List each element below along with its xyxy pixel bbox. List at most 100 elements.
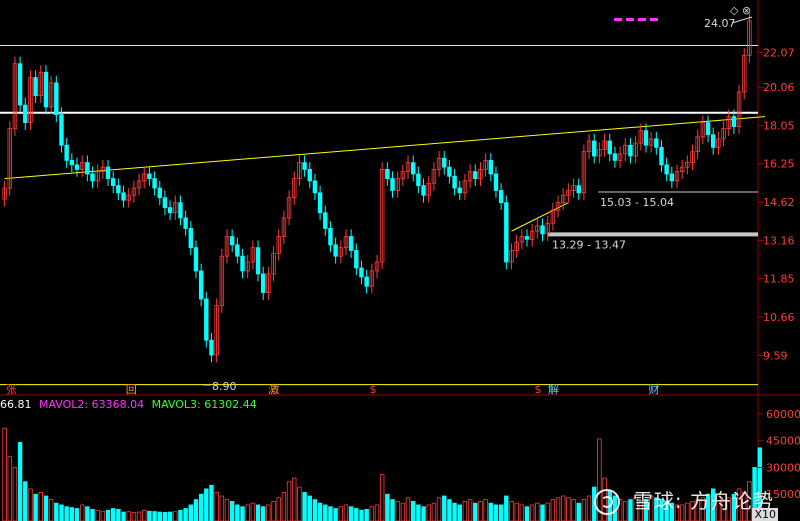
volume-bar (276, 497, 281, 521)
volume-bar (116, 508, 121, 521)
mavol3-value: MAVOL3: 61302.44 (151, 398, 257, 411)
mavol1-value: 66.81 (0, 398, 32, 411)
candle-body (90, 173, 95, 182)
price-tick-label: 16.25 (763, 158, 795, 171)
candle-body (188, 228, 194, 249)
event-marker: $ (370, 383, 377, 396)
volume-bar (255, 504, 261, 521)
price-panel-borders (0, 0, 800, 521)
candle-body (116, 185, 121, 194)
candle-body (74, 164, 80, 170)
candle-body (416, 173, 421, 187)
corner-icons[interactable]: ◇ ⊗ (730, 4, 751, 17)
volume-bar (219, 495, 225, 521)
candle-body (592, 140, 597, 157)
volume-bar (431, 502, 437, 521)
volume-bar (529, 504, 535, 521)
candle-body (198, 270, 204, 300)
volume-bar (364, 508, 369, 521)
candle-body (43, 71, 49, 108)
snowball-logo-icon (593, 489, 620, 515)
volume-bar (105, 509, 111, 521)
watermark: 雪球: 方舟论势 (593, 485, 774, 515)
volume-bar (126, 511, 131, 521)
candle-body (178, 202, 183, 219)
volume-bar (64, 506, 69, 521)
candle-body (498, 190, 504, 204)
candle-body (183, 217, 188, 229)
volume-bar (509, 500, 514, 521)
volume-bar (493, 504, 499, 521)
candle-body (504, 202, 509, 263)
volume-bar (240, 506, 245, 521)
volume-bar (385, 493, 390, 521)
candle-body (348, 236, 354, 251)
candle-body (643, 130, 649, 146)
candle-body (447, 166, 452, 177)
candle-body (364, 276, 369, 287)
volume-bar (400, 502, 406, 521)
candle-body (240, 255, 245, 272)
event-marker: 解 (548, 382, 559, 396)
event-marker: 激 (268, 382, 279, 396)
candle-body (193, 247, 199, 272)
price-tick-label: 11.85 (763, 273, 795, 286)
range-a-label: 15.03 - 15.04 (600, 196, 674, 209)
candle-body (121, 192, 126, 201)
volume-bar (214, 492, 219, 521)
volume-bar (198, 493, 204, 521)
close-circle-icon[interactable]: ⊗ (742, 4, 751, 17)
volume-bar (560, 495, 566, 521)
price-tick-label: 9.59 (763, 349, 788, 362)
candle-body (488, 160, 494, 175)
volume-bar (229, 500, 235, 521)
candle-body (209, 339, 214, 356)
volume-bar (576, 502, 581, 521)
volume-bar (260, 506, 266, 521)
volume-bar (100, 510, 106, 521)
candle-body (607, 140, 612, 155)
volume-bar (142, 509, 147, 521)
volume-bar (390, 499, 395, 521)
volume-bar (183, 508, 188, 521)
volume-bar (359, 509, 364, 521)
price-tick-label: 18.05 (763, 120, 795, 133)
volume-bar (38, 492, 44, 521)
low-label: 8.90 (212, 380, 237, 393)
volume-bar (193, 499, 199, 521)
candlestick-series (2, 13, 752, 363)
volume-bar (343, 504, 349, 521)
volume-bar (374, 504, 380, 521)
volume-bar (571, 499, 576, 521)
volume-bar (121, 511, 126, 521)
volume-bar (28, 488, 33, 521)
event-marker: 财 (649, 382, 660, 396)
volume-tick-label: 30000 (766, 461, 800, 474)
volume-bar (152, 511, 157, 521)
volume-bar (302, 492, 307, 521)
candle-body (260, 273, 266, 293)
candle-body (59, 114, 64, 146)
volume-bar (131, 512, 137, 521)
price-tick-label: 20.06 (763, 81, 795, 94)
horizontal-levels (0, 44, 758, 386)
candle-body (669, 173, 675, 182)
volume-bar (173, 511, 178, 521)
volume-bar (442, 495, 447, 521)
volume-bar (395, 500, 400, 521)
candle-body (23, 104, 28, 123)
volume-bar (292, 477, 297, 521)
zoom-badge[interactable]: X10 (752, 508, 778, 521)
volume-bar (447, 499, 452, 521)
volume-bar (147, 510, 152, 521)
volume-bar (33, 493, 38, 521)
volume-bar (178, 509, 183, 521)
diamond-icon[interactable]: ◇ (730, 4, 738, 17)
candle-body (354, 250, 359, 269)
volume-bar (348, 506, 354, 521)
candle-body (359, 267, 364, 278)
candle-body (452, 175, 457, 189)
candle-body (110, 178, 116, 187)
candle-body (312, 180, 318, 194)
candle-body (328, 228, 333, 246)
